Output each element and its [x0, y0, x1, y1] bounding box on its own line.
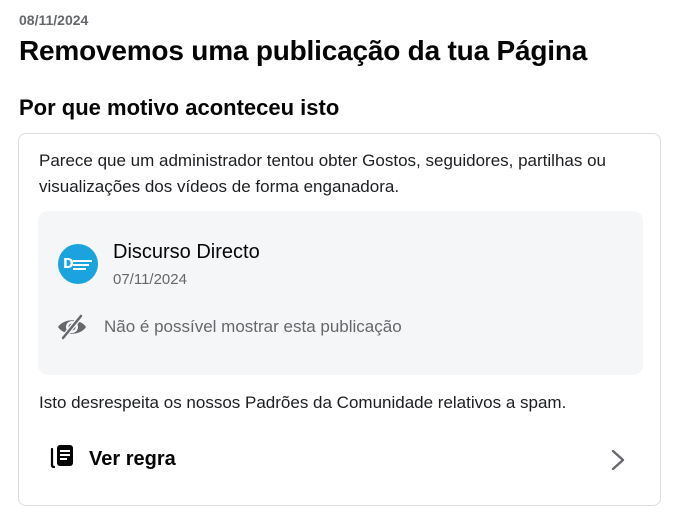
view-rule-label: Ver regra [89, 448, 176, 470]
removed-post-preview: D Discurso Directo 07/11/2024 Não é poss… [38, 211, 643, 375]
eye-slash-icon [58, 314, 86, 340]
svg-text:D: D [63, 257, 74, 272]
notification-date: 08/11/2024 [19, 12, 89, 28]
post-unavailable-text: Não é possível mostrar esta publicação [104, 317, 402, 336]
reason-card: Parece que um administrador tentou obter… [18, 133, 661, 506]
page-title: Removemos uma publicação da tua Página [19, 35, 588, 66]
section-title: Por que motivo aconteceu isto [19, 95, 340, 120]
discurso-directo-logo: D [63, 257, 92, 272]
page-avatar: D [58, 244, 98, 284]
chevron-right-icon [611, 449, 625, 471]
view-rule-button[interactable]: Ver regra [27, 432, 647, 488]
reason-text: Parece que um administrador tentou obter… [39, 151, 606, 196]
violation-text: Isto desrespeita os nossos Padrões da Co… [39, 393, 567, 412]
book-icon [50, 445, 73, 469]
post-date: 07/11/2024 [113, 271, 187, 288]
page-name: Discurso Directo [113, 241, 260, 263]
post-unavailable-row: Não é possível mostrar esta publicação [56, 314, 402, 340]
